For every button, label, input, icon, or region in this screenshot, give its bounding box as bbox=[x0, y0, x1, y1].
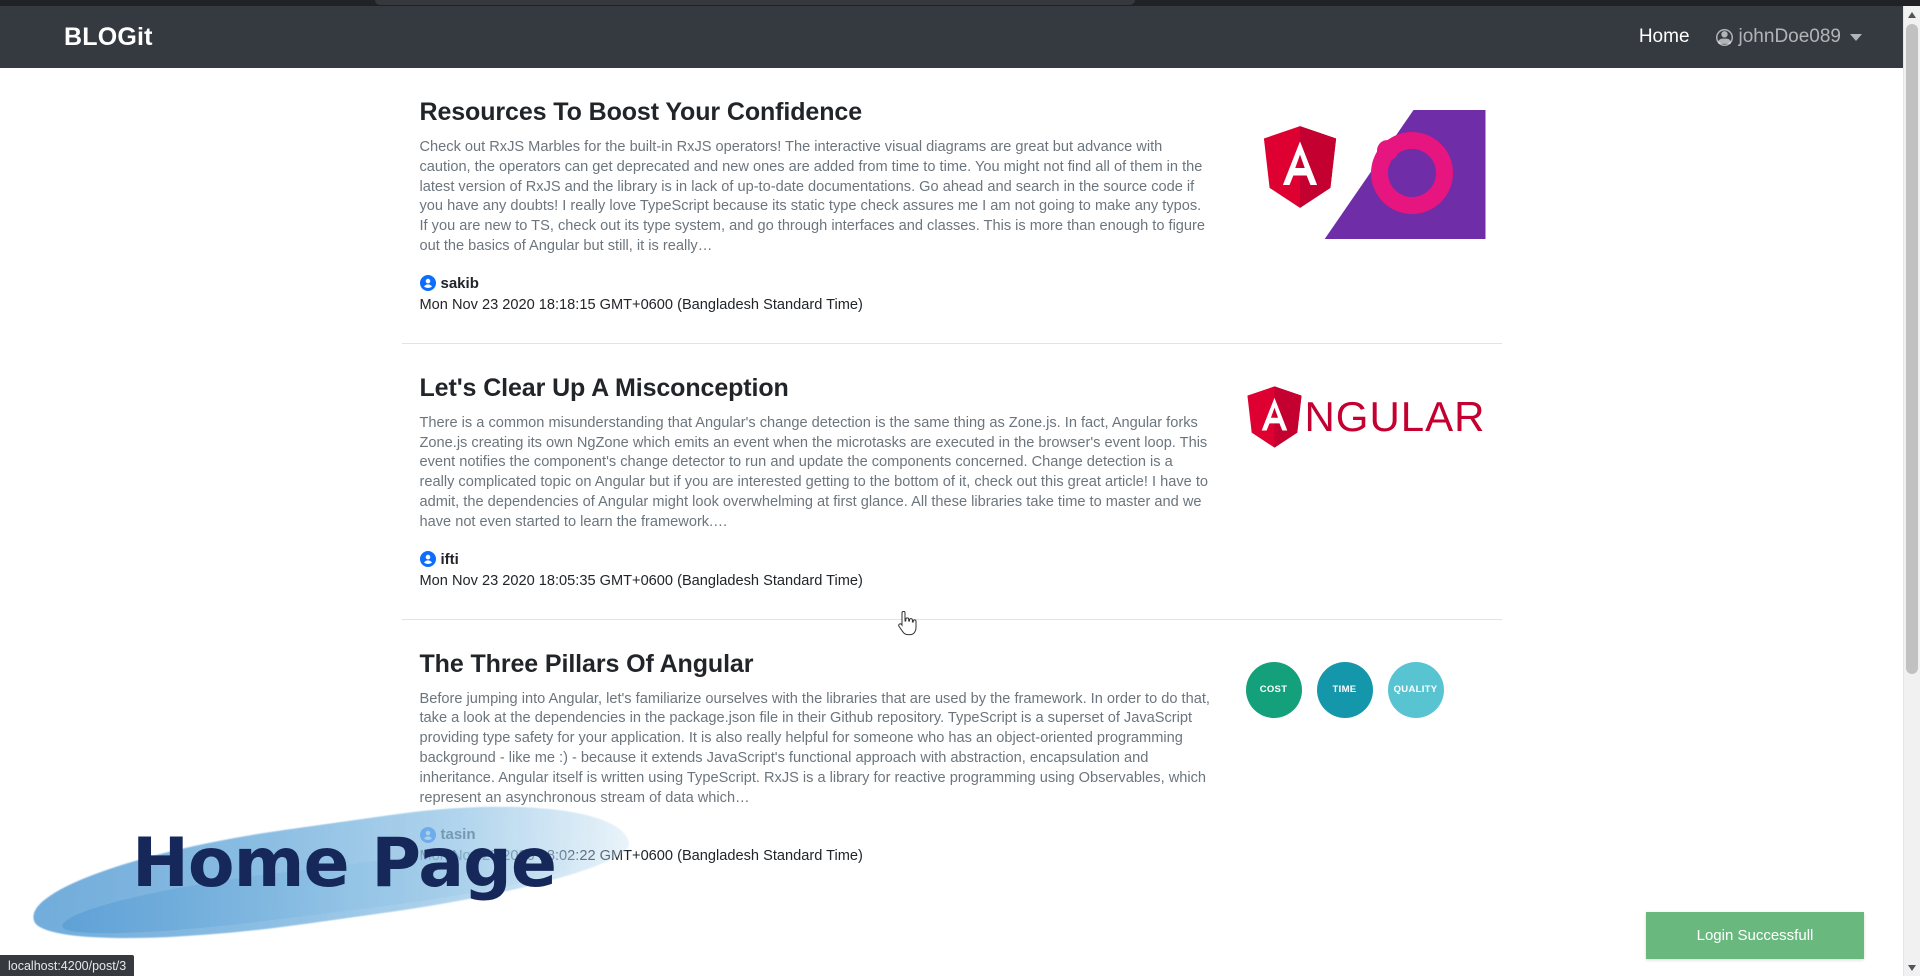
post-thumbnail[interactable]: NGULAR bbox=[1246, 374, 1486, 448]
post-excerpt: There is a common misunderstanding that … bbox=[419, 414, 1209, 530]
post-author: tasin bbox=[419, 826, 1212, 844]
post-card[interactable]: The Three Pillars Of Angular Before jump… bbox=[402, 620, 1502, 895]
post-date: Mon Nov 23 2020 18:05:35 GMT+0600 (Bangl… bbox=[419, 572, 863, 589]
angular-shield-icon bbox=[1246, 386, 1302, 448]
nav-link-home[interactable]: Home bbox=[1639, 26, 1690, 48]
post-author-name: tasin bbox=[440, 826, 476, 844]
browser-page: BLOGit Home johnDoe089 Resources To Boos… bbox=[0, 0, 1920, 976]
pillar-circle-time: TIME bbox=[1316, 661, 1373, 718]
pillar-circle-cost: COST bbox=[1245, 661, 1302, 718]
toast-notification[interactable]: Login Successfull bbox=[1646, 912, 1864, 959]
pillar-label: TIME bbox=[1332, 684, 1357, 696]
three-pillars-circles-icon: COST TIME QUALITY bbox=[1245, 661, 1486, 718]
angular-shield-icon bbox=[1263, 126, 1336, 208]
post-thumbnail[interactable]: COST TIME QUALITY bbox=[1245, 650, 1486, 718]
post-author-name: ifti bbox=[440, 550, 459, 568]
scrollbar-thumb[interactable] bbox=[1906, 24, 1918, 674]
post-author: sakib bbox=[419, 274, 1212, 292]
user-menu[interactable]: johnDoe089 bbox=[1715, 26, 1862, 48]
scrollbar-up-button[interactable] bbox=[1904, 6, 1920, 23]
post-text-block: Let's Clear Up A Misconception There is … bbox=[419, 374, 1212, 589]
person-circle-icon bbox=[419, 551, 436, 568]
post-author: ifti bbox=[419, 550, 1212, 568]
scrollbar-down-button[interactable] bbox=[1904, 959, 1920, 976]
chevron-up-icon bbox=[1908, 11, 1916, 18]
post-title[interactable]: Let's Clear Up A Misconception bbox=[420, 374, 1212, 403]
post-date: Mon Nov 23 2020 18:02:22 GMT+0600 (Bangl… bbox=[419, 848, 863, 865]
navbar: BLOGit Home johnDoe089 bbox=[0, 6, 1920, 68]
page-scrollbar[interactable] bbox=[1903, 6, 1920, 976]
navbar-right-group: Home johnDoe089 bbox=[1639, 26, 1862, 48]
post-date: Mon Nov 23 2020 18:18:15 GMT+0600 (Bangl… bbox=[419, 296, 863, 313]
angular-rxjs-logo-icon bbox=[1245, 110, 1486, 239]
post-text-block: The Three Pillars Of Angular Before jump… bbox=[419, 650, 1212, 865]
chevron-down-icon bbox=[1850, 33, 1862, 41]
post-author-name: sakib bbox=[440, 274, 479, 292]
person-circle-icon bbox=[419, 275, 436, 292]
pillar-label: QUALITY bbox=[1393, 684, 1438, 696]
person-circle-icon bbox=[419, 826, 436, 843]
chevron-down-icon bbox=[1908, 964, 1916, 971]
post-excerpt: Check out RxJS Marbles for the built-in … bbox=[419, 139, 1206, 254]
post-title[interactable]: The Three Pillars Of Angular bbox=[420, 650, 1212, 679]
post-card[interactable]: Resources To Boost Your Confidence Check… bbox=[401, 68, 1502, 344]
pillar-circle-quality: QUALITY bbox=[1387, 661, 1444, 718]
browser-tab-strip bbox=[375, 0, 1135, 5]
post-title[interactable]: Resources To Boost Your Confidence bbox=[420, 98, 1212, 127]
pillar-label: COST bbox=[1259, 684, 1288, 696]
angular-wordmark-logo-icon: NGULAR bbox=[1246, 386, 1486, 448]
status-bar-url-preview: localhost:4200/post/3 bbox=[0, 955, 135, 976]
post-excerpt: Before jumping into Angular, let's famil… bbox=[419, 690, 1210, 806]
post-thumbnail[interactable] bbox=[1245, 98, 1486, 239]
post-list: Resources To Boost Your Confidence Check… bbox=[0, 68, 1903, 976]
brand-logo[interactable]: BLOGit bbox=[64, 23, 153, 52]
post-card[interactable]: Let's Clear Up A Misconception There is … bbox=[401, 344, 1502, 620]
username-label: johnDoe089 bbox=[1738, 26, 1841, 47]
rxjs-dot-icon bbox=[1376, 140, 1398, 161]
post-text-block: Resources To Boost Your Confidence Check… bbox=[419, 98, 1212, 313]
angular-wordmark-text: NGULAR bbox=[1304, 392, 1486, 440]
person-circle-icon bbox=[1715, 28, 1733, 46]
